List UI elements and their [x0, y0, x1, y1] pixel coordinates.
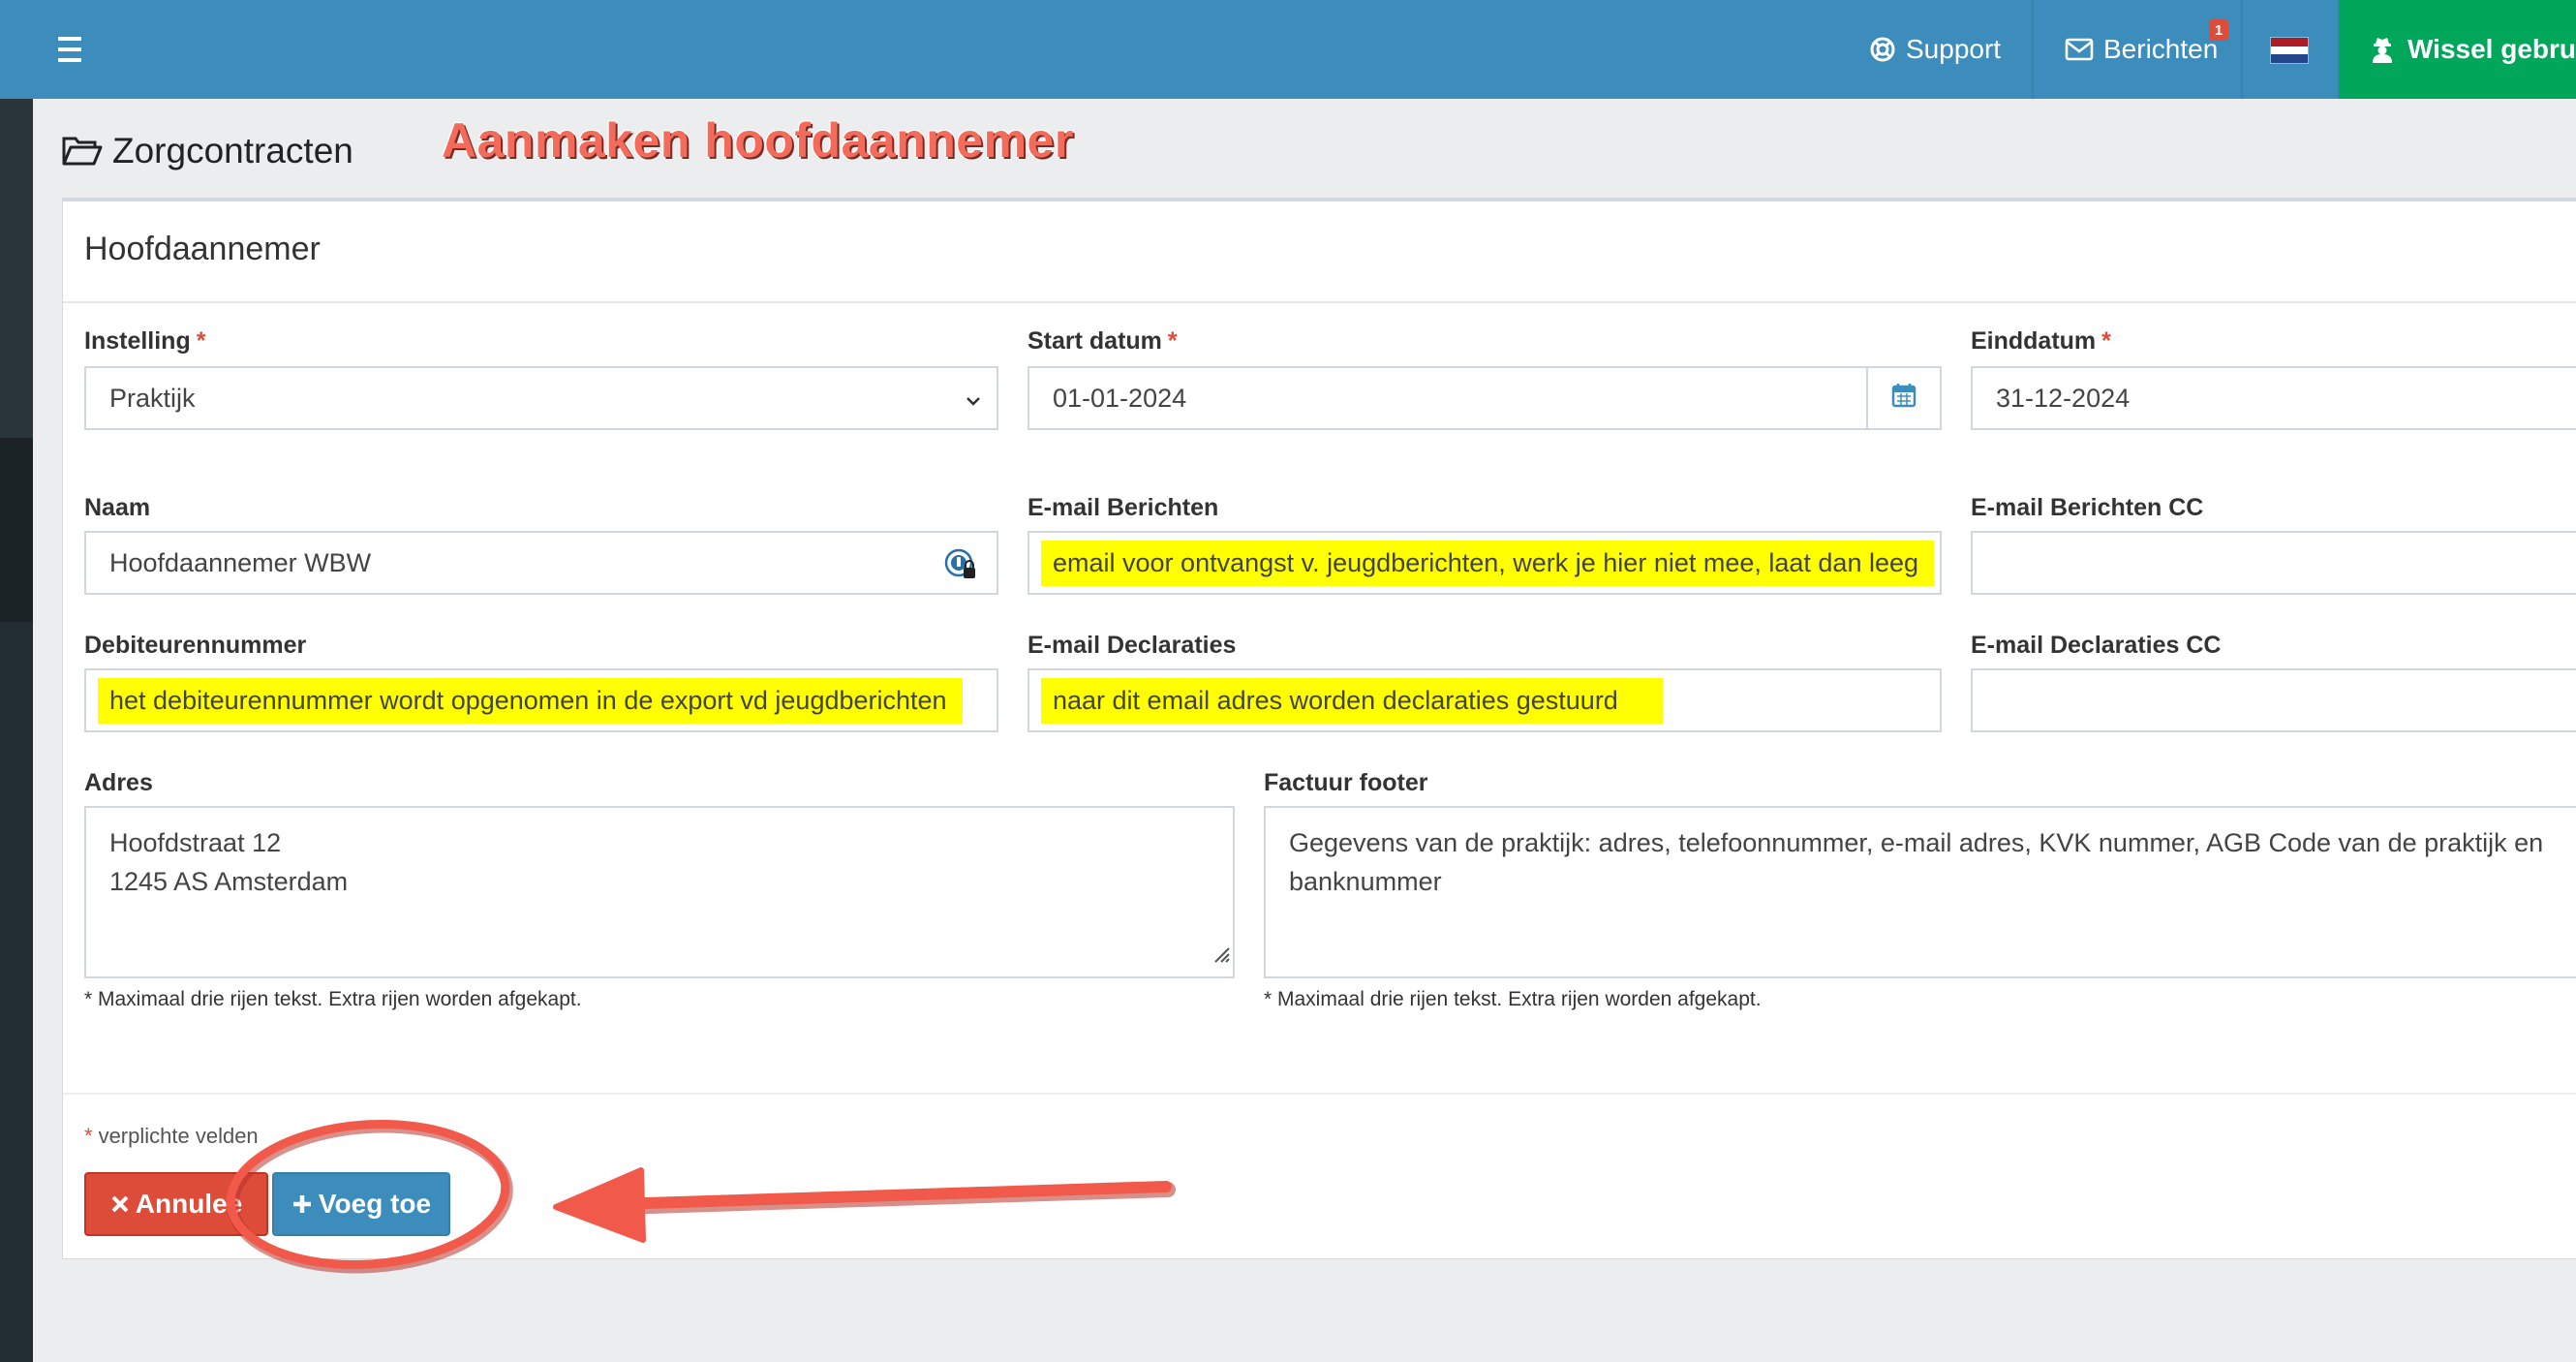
- einddatum-input[interactable]: 31-12-2024: [1971, 366, 2576, 430]
- email-berichten-label: E-mail Berichten: [1027, 494, 1219, 521]
- messages-link[interactable]: Berichten: [2065, 0, 2218, 99]
- top-navbar: Support Berichten 1 Wissel gebruik: [0, 0, 2576, 99]
- naam-input[interactable]: Hoofdaannemer WBW: [84, 531, 998, 595]
- debiteurennummer-label: Debiteurennummer: [84, 632, 307, 659]
- factuur-footer-help-text: * Maximaal drie rijen tekst. Extra rijen…: [1264, 988, 1762, 1010]
- email-declaraties-value: naar dit email adres worden declaraties …: [1041, 677, 1663, 724]
- adres-line-1: Hoofdstraat 12: [109, 828, 282, 857]
- einddatum-value: 31-12-2024: [1996, 383, 2131, 413]
- debiteurennummer-input[interactable]: het debiteurennummer wordt opgenomen in …: [84, 668, 998, 732]
- start-datum-label-text: Start datum: [1027, 327, 1162, 355]
- instelling-label-text: Instelling: [84, 327, 191, 355]
- instelling-select[interactable]: Praktijk: [84, 366, 998, 430]
- nav-divider: [2032, 0, 2034, 99]
- envelope-icon: [2065, 38, 2094, 61]
- switch-user-button[interactable]: Wissel gebruik: [2340, 0, 2576, 99]
- required-fields-note-text: verplichte velden: [98, 1124, 259, 1148]
- support-label: Support: [1906, 34, 2002, 64]
- page-title: Zorgcontracten: [62, 124, 353, 178]
- cancel-button[interactable]: Annulee: [84, 1172, 268, 1236]
- messages-badge: 1: [2209, 19, 2228, 41]
- sidebar: [0, 99, 33, 1362]
- lifebuoy-icon: [1869, 36, 1896, 63]
- start-datum-input[interactable]: 01-01-2024: [1027, 366, 1942, 430]
- annotation-title: Aanmaken hoofdaannemer: [442, 113, 1074, 168]
- email-declaraties-input[interactable]: naar dit email adres worden declaraties …: [1027, 668, 1942, 732]
- factuur-footer-line-2: banknummer: [1289, 867, 1442, 896]
- start-datum-label: Start datum *: [1027, 327, 1178, 356]
- adres-textarea[interactable]: Hoofdstraat 12 1245 AS Amsterdam: [84, 806, 1235, 978]
- menu-toggle-icon[interactable]: [54, 33, 85, 66]
- naam-label: Naam: [84, 494, 151, 521]
- times-icon: [110, 1194, 130, 1214]
- required-fields-note: * verplichte velden: [84, 1124, 259, 1149]
- required-marker: *: [1167, 327, 1178, 355]
- plus-icon: [291, 1193, 313, 1215]
- adres-line-2: 1245 AS Amsterdam: [109, 867, 349, 896]
- calendar-button[interactable]: [1866, 368, 1940, 428]
- email-berichten-cc-label: E-mail Berichten CC: [1971, 494, 2204, 521]
- calendar-icon: [1891, 383, 1917, 415]
- email-declaraties-cc-input[interactable]: [1971, 668, 2576, 732]
- add-button[interactable]: Voeg toe: [272, 1172, 450, 1236]
- form-footer-divider: [63, 1093, 2576, 1095]
- email-berichten-input[interactable]: email voor ontvangst v. jeugdberichten, …: [1027, 531, 1942, 595]
- cancel-label: Annulee: [135, 1189, 243, 1219]
- factuur-footer-line-1: Gegevens van de praktijk: adres, telefoo…: [1289, 828, 2544, 857]
- email-berichten-cc-input[interactable]: [1971, 531, 2576, 595]
- messages-label: Berichten: [2103, 34, 2219, 64]
- switch-user-label: Wissel gebruik: [2407, 34, 2576, 64]
- password-manager-icon[interactable]: [944, 548, 977, 588]
- email-declaraties-label: E-mail Declaraties: [1027, 632, 1237, 659]
- factuur-footer-label: Factuur footer: [1264, 769, 1428, 796]
- chevron-down-icon: [964, 387, 983, 418]
- einddatum-label-text: Einddatum: [1971, 327, 2097, 355]
- debiteurennummer-value: het debiteurennummer wordt opgenomen in …: [98, 677, 963, 724]
- flag-nl-icon[interactable]: [2270, 37, 2309, 64]
- user-secret-icon: [2371, 36, 2394, 63]
- add-label: Voeg toe: [318, 1189, 432, 1219]
- instelling-label: Instelling *: [84, 327, 205, 356]
- email-berichten-value: email voor ontvangst v. jeugdberichten, …: [1041, 540, 1935, 586]
- page-title-text: Zorgcontracten: [112, 131, 353, 170]
- required-marker: *: [2101, 327, 2111, 355]
- required-marker: *: [196, 327, 206, 355]
- form-box: Hoofdaannemer Instelling * Praktijk Start…: [62, 198, 2576, 1259]
- support-link[interactable]: Support: [1869, 0, 2001, 99]
- required-marker: *: [84, 1124, 93, 1148]
- email-declaraties-cc-label: E-mail Declaraties CC: [1971, 632, 2222, 659]
- einddatum-label: Einddatum *: [1971, 327, 2111, 356]
- box-title: Hoofdaannemer: [84, 231, 321, 267]
- naam-value: Hoofdaannemer WBW: [109, 547, 372, 577]
- resize-handle-icon[interactable]: [1210, 936, 1231, 975]
- adres-help-text: * Maximaal drie rijen tekst. Extra rijen…: [84, 988, 582, 1010]
- box-header-divider: [63, 301, 2576, 303]
- nav-divider: [2241, 0, 2243, 99]
- factuur-footer-textarea[interactable]: Gegevens van de praktijk: adres, telefoo…: [1264, 806, 2576, 978]
- instelling-value: Praktijk: [109, 383, 196, 413]
- start-datum-value: 01-01-2024: [1053, 383, 1187, 413]
- folder-open-icon: [62, 135, 103, 168]
- adres-label: Adres: [84, 769, 153, 796]
